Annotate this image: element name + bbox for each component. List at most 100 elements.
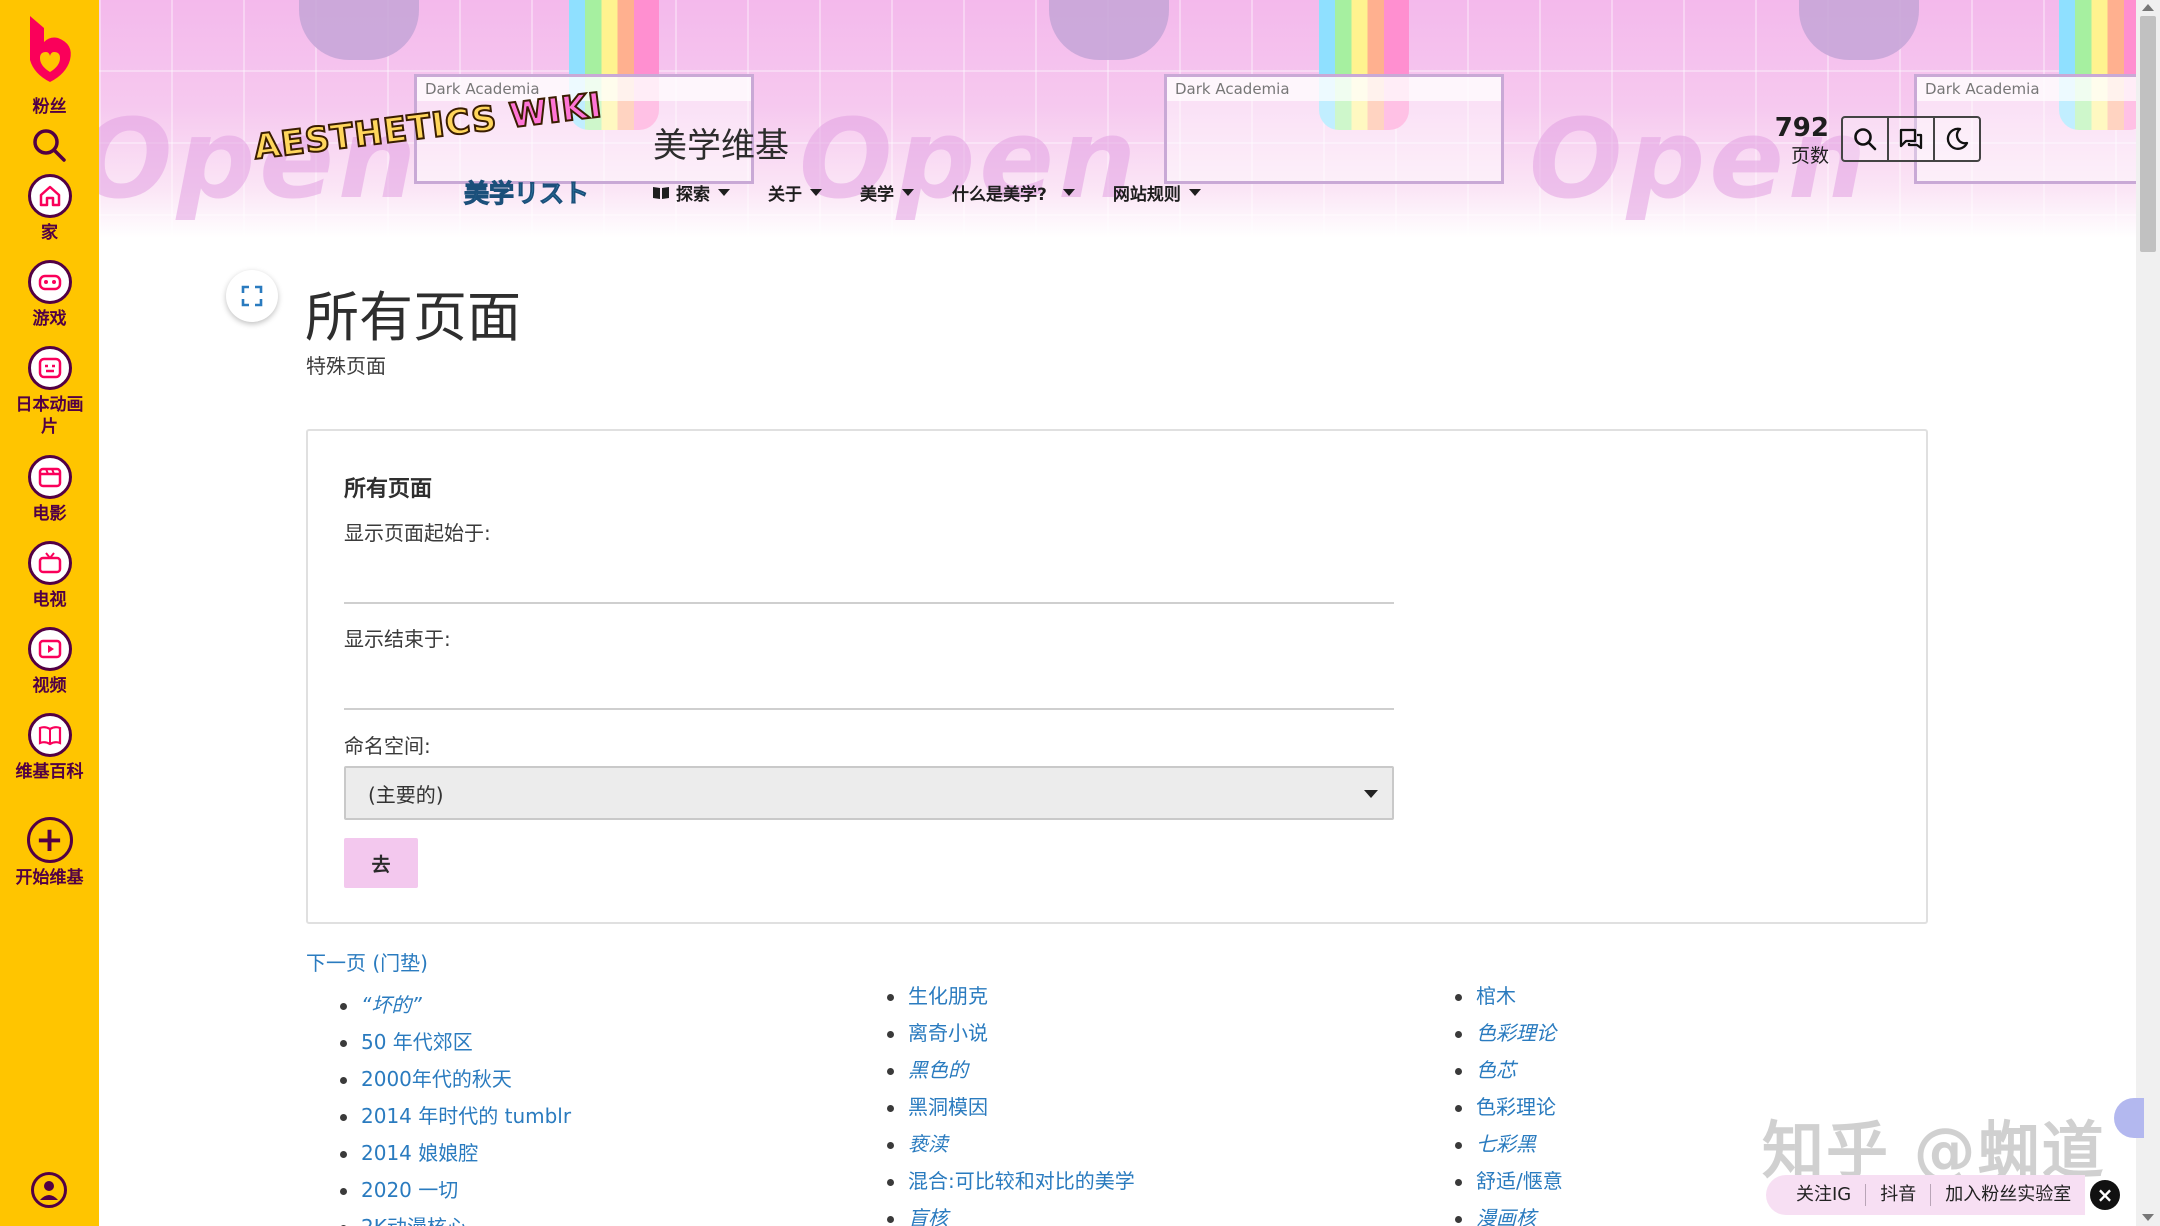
top-navigation: 探索 关于 美学 什么是美学? 网站规则 (652, 180, 1239, 205)
nav-about[interactable]: 关于 (768, 180, 822, 205)
floating-bubble[interactable] (2114, 1098, 2144, 1138)
page-list-item[interactable]: 混合:可比较和对比的美学 (887, 1163, 1135, 1200)
expand-content-button[interactable] (226, 270, 278, 322)
bottom-promo-bar: 关注IG 抖音 加入粉丝实验室 (1766, 1175, 2086, 1215)
discussions-icon (1899, 128, 1923, 150)
page-list-item[interactable]: 亵渎 (887, 1126, 1135, 1163)
sidebar-item-video[interactable]: 视频 (0, 627, 99, 697)
chevron-down-icon (902, 189, 914, 196)
page-list-item[interactable]: 棺木 (1455, 978, 1563, 1015)
page-list-item[interactable]: 黑色的 (887, 1052, 1135, 1089)
fan-lab-link[interactable]: 加入粉丝实验室 (1931, 1184, 2085, 1206)
chevron-down-icon (810, 189, 822, 196)
sidebar-item-label: 视频 (32, 676, 67, 696)
fandom-label[interactable]: 粉丝 (0, 92, 99, 117)
sidebar-item-wiki[interactable]: 维基百科 (0, 713, 99, 783)
page-list-item[interactable]: 七彩黑 (1455, 1126, 1563, 1163)
allpages-form: 所有页面 显示页面起始于: 显示结束于: 命名空间: (主要的) 去 (306, 429, 1928, 924)
wiki-name[interactable]: 美学维基 (653, 118, 789, 167)
page-title: 所有页面 (305, 286, 521, 349)
tv-icon (27, 541, 72, 585)
discussions-button[interactable] (1887, 116, 1935, 162)
from-input[interactable] (344, 551, 1394, 591)
from-label: 显示页面起始于: (344, 521, 491, 545)
sidebar-item-label: 日本动画片 (15, 395, 84, 437)
start-wiki-label: 开始维基 (15, 868, 84, 888)
tiktok-link[interactable]: 抖音 (1866, 1184, 1932, 1206)
sidebar-item-label: 家 (41, 223, 58, 243)
nav-explore[interactable]: 探索 (652, 180, 730, 205)
explore-icon (653, 186, 669, 199)
sidebar-item-movies[interactable]: 电影 (0, 455, 99, 525)
page-list-item[interactable]: 黑洞模因 (887, 1089, 1135, 1126)
deco-window: Dark Academia (1164, 74, 1504, 184)
gamepad-icon (27, 260, 72, 304)
go-button[interactable]: 去 (344, 838, 418, 888)
namespace-select[interactable]: (主要的) (344, 766, 1394, 820)
close-icon[interactable]: × (2090, 1180, 2120, 1210)
page-list-column-1: “坏的” 50 年代郊区 2000年代的秋天 2014 年时代的 tumblr 2014… (340, 987, 571, 1226)
to-input[interactable] (344, 659, 1394, 699)
to-label: 显示结束于: (344, 627, 451, 651)
page-list-item[interactable]: 离奇小说 (887, 1015, 1135, 1052)
fandom-logo-icon[interactable] (22, 14, 78, 84)
sidebar-item-tv[interactable]: 电视 (0, 541, 99, 611)
page-list-item[interactable]: 漫画核 (1455, 1200, 1563, 1226)
chevron-down-icon (1364, 790, 1378, 798)
fullscreen-icon (241, 285, 263, 307)
page-list-item[interactable]: 色彩理论 (1455, 1089, 1563, 1126)
page-count: 792 页数 (1774, 113, 1829, 167)
sidebar-item-games[interactable]: 游戏 (0, 260, 99, 330)
search-icon (1854, 128, 1877, 151)
page-list-item[interactable]: 盲核 (887, 1200, 1135, 1226)
nav-site-rules[interactable]: 网站规则 (1113, 180, 1201, 205)
moon-icon (1946, 127, 1969, 150)
page-list-item[interactable]: 色彩理论 (1455, 1015, 1563, 1052)
page-list-item[interactable]: 50 年代郊区 (340, 1024, 571, 1061)
sidebar-item-label: 电影 (32, 504, 67, 524)
page-list-item[interactable]: 2014 娘娘腔 (340, 1135, 571, 1172)
wiki-logo[interactable]: AESTHETICS WIKI 美学リスト (251, 84, 614, 209)
nav-what-is-aesthetics[interactable]: 什么是美学? (952, 180, 1075, 205)
anime-icon (27, 346, 72, 390)
page-list-item[interactable]: 舒适/惬意 (1455, 1163, 1563, 1200)
user-avatar-icon[interactable] (31, 1172, 67, 1208)
page-scrollbar[interactable] (2136, 0, 2160, 1226)
follow-ig-link[interactable]: 关注IG (1782, 1184, 1867, 1206)
from-input-underline (344, 602, 1394, 604)
page-list-item[interactable]: 2020 一切 (340, 1172, 571, 1209)
global-sidebar: 粉丝 家 游戏 日本动画片 电影 电视 视频 维基百科 + 开始维基 (0, 0, 99, 1226)
page-list-item[interactable]: 2000年代的秋天 (340, 1061, 571, 1098)
start-wiki-button[interactable]: + 开始维基 (0, 817, 99, 889)
scrollbar-thumb[interactable] (2140, 16, 2156, 252)
scroll-up-icon[interactable] (2142, 4, 2154, 11)
search-button[interactable] (1841, 116, 1889, 162)
page-list-item[interactable]: 色芯 (1455, 1052, 1563, 1089)
page-list-column-2: 生化朋克 离奇小说 黑色的 黑洞模因 亵渎 混合:可比较和对比的美学 盲核 (887, 978, 1135, 1226)
page-list-item[interactable]: 生化朋克 (887, 978, 1135, 1015)
logo-subtitle: 美学リスト (463, 179, 590, 209)
page-list-item[interactable]: 2K动漫核心 (340, 1209, 571, 1226)
film-icon (27, 455, 72, 499)
theme-toggle-button[interactable] (1933, 116, 1981, 162)
search-icon[interactable] (30, 126, 68, 164)
plus-icon: + (26, 817, 73, 863)
page-subtitle: 特殊页面 (306, 354, 386, 378)
header-tools (1841, 116, 1981, 162)
scroll-down-icon[interactable] (2142, 1214, 2154, 1221)
chevron-down-icon (718, 189, 730, 196)
chevron-down-icon (1062, 189, 1075, 196)
sidebar-item-label: 电视 (32, 590, 67, 610)
book-icon (27, 713, 72, 757)
chevron-down-icon (1188, 189, 1201, 196)
to-input-underline (344, 708, 1394, 710)
nav-aesthetics[interactable]: 美学 (860, 180, 914, 205)
page-list-item[interactable]: 2014 年时代的 tumblr (340, 1098, 571, 1135)
page-list-column-3: 棺木 色彩理论 色芯 色彩理论 七彩黑 舒适/惬意 漫画核 (1455, 978, 1563, 1226)
next-page-link[interactable]: 下一页 (门垫) (306, 947, 428, 976)
sidebar-item-home[interactable]: 家 (0, 174, 99, 244)
page-list-item[interactable]: “坏的” (340, 987, 571, 1024)
wiki-header: Dark Academia Dark Academia Dark Academi… (99, 0, 2136, 238)
sidebar-item-anime[interactable]: 日本动画片 (0, 346, 99, 438)
video-icon (27, 627, 72, 671)
